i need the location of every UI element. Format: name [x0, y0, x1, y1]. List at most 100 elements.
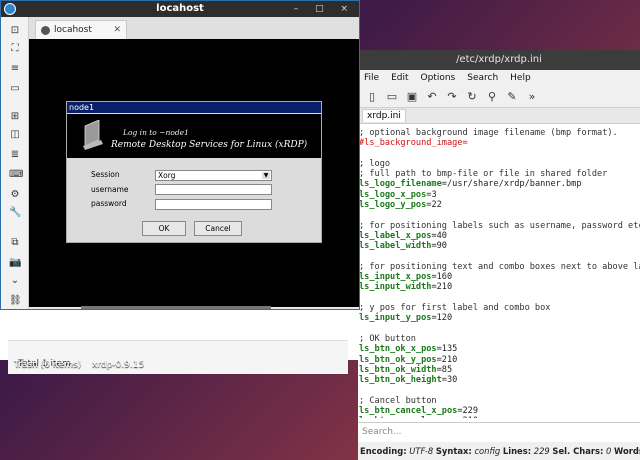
fit-icon[interactable]: ⊡ — [9, 25, 21, 37]
window-icon[interactable]: ▭ — [9, 83, 21, 95]
tab-label: locahost — [54, 25, 92, 35]
session-label: Session — [91, 170, 120, 179]
config-value: 3 — [431, 189, 437, 200]
config-key: ls_input_y_pos — [359, 313, 432, 324]
config-value: 160 — [436, 272, 453, 283]
comment-text: ; logo — [359, 158, 391, 169]
comment-text: ; Cancel button — [359, 395, 437, 406]
config-value: 210 — [436, 282, 453, 293]
chevron-down-icon[interactable]: ⌄ — [9, 275, 21, 287]
syntax-label: Syntax: — [435, 446, 472, 456]
close-tab-icon[interactable]: ✕ — [113, 21, 121, 39]
username-label: username — [91, 185, 129, 194]
editor-text-area[interactable]: ; optional background image filename (bm… — [358, 128, 640, 418]
list-icon[interactable]: ≣ — [9, 149, 21, 161]
editor-line: ls_logo_y_pos=22 — [359, 200, 442, 211]
editor-line: ; y pos for first label and combo box — [359, 303, 640, 313]
editor-toolbar: ▯ ▭ ▣ ↶ ↷ ↻ ⚲ ✎» — [358, 86, 640, 108]
desktop-folder-label[interactable]: xrdp-0.9.15 — [92, 360, 144, 370]
wrench-icon[interactable]: 🔧 — [9, 207, 21, 219]
lines-label: Lines: — [502, 446, 532, 456]
replace-icon[interactable]: ✎ — [502, 86, 522, 108]
copy-icon[interactable]: ⧉ — [9, 237, 21, 249]
comment-text: ; y pos for first label and combo box — [359, 303, 551, 314]
fullscreen-icon[interactable]: ⛶ — [9, 43, 21, 55]
editor-line: ; full path to bmp-file or file in share… — [359, 169, 640, 179]
editor-statusbar: Encoding: UTF-8 Syntax: config Lines: 22… — [358, 442, 640, 460]
editor-line: ls_logo_filename=/usr/share/xrdp/banner.… — [359, 179, 582, 190]
redo-icon[interactable]: ↷ — [442, 86, 462, 108]
remote-toolbar: ⊡ ⛶ ≡ ▭ ⊞ ◫ ≣ ⌨ ⚙ 🔧 ⧉ 📷 ⌄ ⛓ — [1, 17, 29, 309]
editor-line: ls_label_x_pos=40 — [359, 230, 447, 241]
config-key: ls_btn_cancel_y_pos — [359, 416, 457, 418]
editor-line: ls_btn_ok_x_pos=135 — [359, 344, 458, 355]
horizontal-scrollbar[interactable] — [81, 306, 271, 309]
config-key: ls_logo_y_pos — [359, 200, 427, 211]
editor-line: ls_logo_x_pos=3 — [359, 189, 437, 200]
menu-icon[interactable]: ≡ — [9, 63, 21, 75]
resize-icon[interactable]: ◫ — [9, 129, 21, 141]
gear-icon[interactable]: ⚙ — [9, 189, 21, 201]
menu-edit[interactable]: Edit — [385, 70, 414, 86]
sel-value: 0 — [605, 446, 612, 456]
menu-help[interactable]: Help — [504, 70, 537, 86]
reload-icon[interactable]: ↻ — [462, 86, 482, 108]
comment-text: ; optional background image filename (bm… — [359, 128, 618, 138]
menu-options[interactable]: Options — [415, 70, 462, 86]
more-icon[interactable]: » — [522, 86, 542, 108]
password-label: password — [91, 199, 127, 208]
banner-product-text: Remote Desktop Services for Linux (xRDP) — [111, 140, 308, 150]
editor-search-input[interactable]: Search... — [358, 422, 640, 440]
editor-menubar: File Edit Options Search Help — [358, 70, 640, 86]
config-key: ls_btn_ok_height — [359, 375, 442, 386]
undo-icon[interactable]: ↶ — [422, 86, 442, 108]
cancel-button[interactable]: Cancel — [194, 221, 242, 236]
ok-button[interactable]: OK — [142, 221, 186, 236]
config-value: 210 — [463, 416, 479, 418]
config-key: ls_input_width — [359, 282, 432, 293]
config-value: 120 — [436, 313, 453, 324]
config-key: ls_logo_x_pos — [359, 189, 427, 200]
scale-icon[interactable]: ⊞ — [9, 111, 21, 123]
disconnect-icon[interactable]: ⛓ — [9, 295, 22, 307]
editor-line: ls_input_x_pos=160 — [359, 272, 453, 283]
window-controls[interactable]: – □ × — [294, 1, 355, 17]
desktop-trash-label[interactable]: Trash (6 items) — [14, 360, 81, 370]
open-file-icon[interactable]: ▭ — [382, 86, 402, 108]
tab-locahost[interactable]: locahost ✕ — [35, 20, 127, 39]
config-value: /usr/share/xrdp/banner.bmp — [446, 179, 582, 190]
app-logo-icon — [4, 3, 16, 15]
sel-label: Sel. Chars: — [552, 446, 604, 456]
username-field[interactable] — [155, 184, 272, 195]
editor-line: ; OK button — [359, 334, 640, 344]
config-value: 229 — [462, 406, 479, 417]
config-key: ls_label_x_pos — [359, 230, 432, 241]
config-key: ls_btn_ok_width — [359, 364, 437, 375]
menu-file[interactable]: File — [358, 70, 385, 86]
editor-line: ls_label_width=90 — [359, 241, 447, 252]
editor-line: ls_btn_cancel_y_pos=210 — [359, 416, 640, 418]
comment-text: ; for positioning labels such as usernam… — [359, 220, 640, 231]
save-icon[interactable]: ▣ — [402, 86, 422, 108]
editor-line: ; for positioning text and combo boxes n… — [359, 262, 640, 272]
config-value: 40 — [436, 230, 447, 241]
editor-line: ls_btn_ok_height=30 — [359, 375, 458, 386]
config-key: ls_btn_ok_x_pos — [359, 344, 437, 355]
words-label: Words: — [614, 446, 640, 456]
editor-title: /etc/xrdp/xrdp.ini — [358, 50, 640, 70]
config-key: ls_btn_ok_y_pos — [359, 354, 437, 365]
dropdown-arrow-icon[interactable]: ▼ — [262, 172, 270, 179]
text-editor-window: /etc/xrdp/xrdp.ini File Edit Options Search… — [358, 50, 640, 460]
search-icon[interactable]: ⚲ — [482, 86, 502, 108]
keyboard-icon[interactable]: ⌨ — [9, 169, 23, 181]
new-file-icon[interactable]: ▯ — [362, 86, 382, 108]
tab-xrdp-ini[interactable]: xrdp.ini — [362, 109, 406, 122]
session-select[interactable]: Xorg ▼ — [155, 170, 272, 181]
remote-tabbar: locahost ✕ — [29, 17, 359, 39]
xrdp-logo-icon — [83, 120, 103, 150]
camera-icon[interactable]: 📷 — [9, 257, 21, 269]
remote-viewer-window: locahost – □ × ⊡ ⛶ ≡ ▭ ⊞ ◫ ≣ ⌨ ⚙ 🔧 ⧉ 📷 ⌄ ⛓ locahost ✕… — [0, 0, 360, 310]
menu-search[interactable]: Search — [461, 70, 504, 86]
password-field[interactable] — [155, 199, 272, 210]
